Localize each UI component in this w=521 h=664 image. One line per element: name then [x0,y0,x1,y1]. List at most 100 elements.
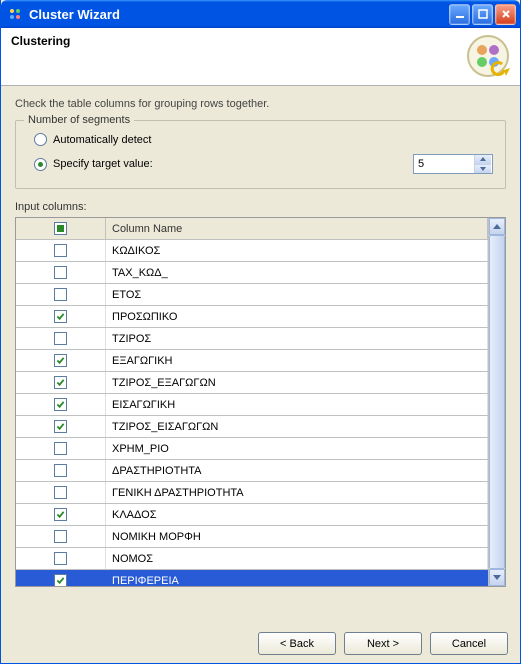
next-button[interactable]: Next > [344,632,422,655]
table-row[interactable]: ΝΟΜΟΣ [16,548,488,570]
row-checkbox[interactable] [54,552,67,565]
cluster-wizard-window: Cluster Wizard Clustering [0,0,521,664]
row-checkbox-cell[interactable] [16,306,106,327]
content-area: Check the table columns for grouping row… [1,86,520,591]
cancel-button[interactable]: Cancel [430,632,508,655]
segments-group-label: Number of segments [24,114,134,126]
back-button[interactable]: < Back [258,632,336,655]
segments-group: Number of segments Automatically detect … [15,120,506,189]
row-column-name: ΝΟΜΟΣ [106,548,488,569]
wizard-header: Clustering [1,28,520,86]
header-column-name[interactable]: Column Name [106,218,488,239]
row-checkbox[interactable] [54,442,67,455]
row-checkbox-cell[interactable] [16,350,106,371]
input-columns-table: Column Name ΚΩΔΙΚΟΣΤΑΧ_ΚΩΔ_ΕΤΟΣΠΡΟΣΩΠΙΚΟ… [15,217,506,587]
table-row[interactable]: ΕΞΑΓΩΓΙΚΗ [16,350,488,372]
row-checkbox[interactable] [54,376,67,389]
row-column-name: ΕΤΟΣ [106,284,488,305]
row-checkbox[interactable] [54,486,67,499]
row-column-name: ΤΖΙΡΟΣ [106,328,488,349]
row-checkbox[interactable] [54,574,67,586]
table-row[interactable]: ΤΑΧ_ΚΩΔ_ [16,262,488,284]
scroll-thumb[interactable] [489,235,505,569]
row-checkbox[interactable] [54,244,67,257]
row-column-name: ΧΡΗΜ_ΡΙΟ [106,438,488,459]
header-checkbox-cell[interactable] [16,218,106,239]
row-checkbox-cell[interactable] [16,394,106,415]
row-checkbox-cell[interactable] [16,240,106,261]
row-column-name: ΕΙΣΑΓΩΓΙΚΗ [106,394,488,415]
table-row[interactable]: ΚΛΑΔΟΣ [16,504,488,526]
table-row[interactable]: ΔΡΑΣΤΗΡΙΟΤΗΤΑ [16,460,488,482]
radio-icon [34,158,47,171]
spinner-down-button[interactable] [475,165,491,174]
scroll-track[interactable] [489,235,505,569]
row-checkbox-cell[interactable] [16,416,106,437]
vertical-scrollbar[interactable] [488,218,505,586]
app-icon [7,6,23,22]
row-checkbox-cell[interactable] [16,460,106,481]
table-row[interactable]: ΚΩΔΙΚΟΣ [16,240,488,262]
page-title: Clustering [11,34,510,48]
titlebar[interactable]: Cluster Wizard [1,0,520,28]
table-row[interactable]: ΧΡΗΜ_ΡΙΟ [16,438,488,460]
row-checkbox[interactable] [54,420,67,433]
instruction-text: Check the table columns for grouping row… [15,98,506,110]
row-column-name: ΤΑΧ_ΚΩΔ_ [106,262,488,283]
wizard-buttons: < Back Next > Cancel [258,632,508,655]
row-column-name: ΓΕΝΙΚΗ ΔΡΑΣΤΗΡΙΟΤΗΤΑ [106,482,488,503]
target-value-spinner[interactable] [413,154,493,174]
row-checkbox-cell[interactable] [16,284,106,305]
table-row[interactable]: ΕΙΣΑΓΩΓΙΚΗ [16,394,488,416]
row-checkbox-cell[interactable] [16,548,106,569]
radio-target-value[interactable]: Specify target value: [28,150,493,178]
row-checkbox-cell[interactable] [16,504,106,525]
row-column-name: ΕΞΑΓΩΓΙΚΗ [106,350,488,371]
table-row[interactable]: ΠΡΟΣΩΠΙΚΟ [16,306,488,328]
row-checkbox[interactable] [54,508,67,521]
row-column-name: ΚΩΔΙΚΟΣ [106,240,488,261]
table-row[interactable]: ΕΤΟΣ [16,284,488,306]
table-row[interactable]: ΤΖΙΡΟΣ_ΕΙΣΑΓΩΓΩΝ [16,416,488,438]
radio-label-target: Specify target value: [53,158,407,170]
row-checkbox[interactable] [54,288,67,301]
row-checkbox-cell[interactable] [16,372,106,393]
row-column-name: ΔΡΑΣΤΗΡΙΟΤΗΤΑ [106,460,488,481]
spinner-up-button[interactable] [475,155,491,165]
row-checkbox[interactable] [54,310,67,323]
window-title: Cluster Wizard [29,7,449,22]
row-checkbox-cell[interactable] [16,570,106,586]
radio-icon [34,133,47,146]
row-checkbox-cell[interactable] [16,438,106,459]
minimize-button[interactable] [449,4,470,25]
row-column-name: ΤΖΙΡΟΣ_ΕΞΑΓΩΓΩΝ [106,372,488,393]
table-header: Column Name [16,218,488,240]
table-row[interactable]: ΤΖΙΡΟΣ_ΕΞΑΓΩΓΩΝ [16,372,488,394]
row-checkbox-cell[interactable] [16,482,106,503]
input-columns-label: Input columns: [15,201,506,213]
target-value-input[interactable] [414,155,474,173]
cluster-icon [464,32,512,80]
maximize-button[interactable] [472,4,493,25]
scroll-down-button[interactable] [489,569,505,586]
row-checkbox-cell[interactable] [16,526,106,547]
radio-auto-detect[interactable]: Automatically detect [28,129,493,150]
row-checkbox[interactable] [54,530,67,543]
row-checkbox[interactable] [54,398,67,411]
row-checkbox[interactable] [54,464,67,477]
row-column-name: ΤΖΙΡΟΣ_ΕΙΣΑΓΩΓΩΝ [106,416,488,437]
row-checkbox-cell[interactable] [16,262,106,283]
row-column-name: ΝΟΜΙΚΗ ΜΟΡΦΗ [106,526,488,547]
close-button[interactable] [495,4,516,25]
select-all-checkbox[interactable] [54,222,67,235]
table-row[interactable]: ΝΟΜΙΚΗ ΜΟΡΦΗ [16,526,488,548]
row-checkbox-cell[interactable] [16,328,106,349]
scroll-up-button[interactable] [489,218,505,235]
row-checkbox[interactable] [54,354,67,367]
row-checkbox[interactable] [54,266,67,279]
table-row[interactable]: ΠΕΡΙΦΕΡΕΙΑ [16,570,488,586]
table-row[interactable]: ΓΕΝΙΚΗ ΔΡΑΣΤΗΡΙΟΤΗΤΑ [16,482,488,504]
row-column-name: ΠΡΟΣΩΠΙΚΟ [106,306,488,327]
table-row[interactable]: ΤΖΙΡΟΣ [16,328,488,350]
row-checkbox[interactable] [54,332,67,345]
